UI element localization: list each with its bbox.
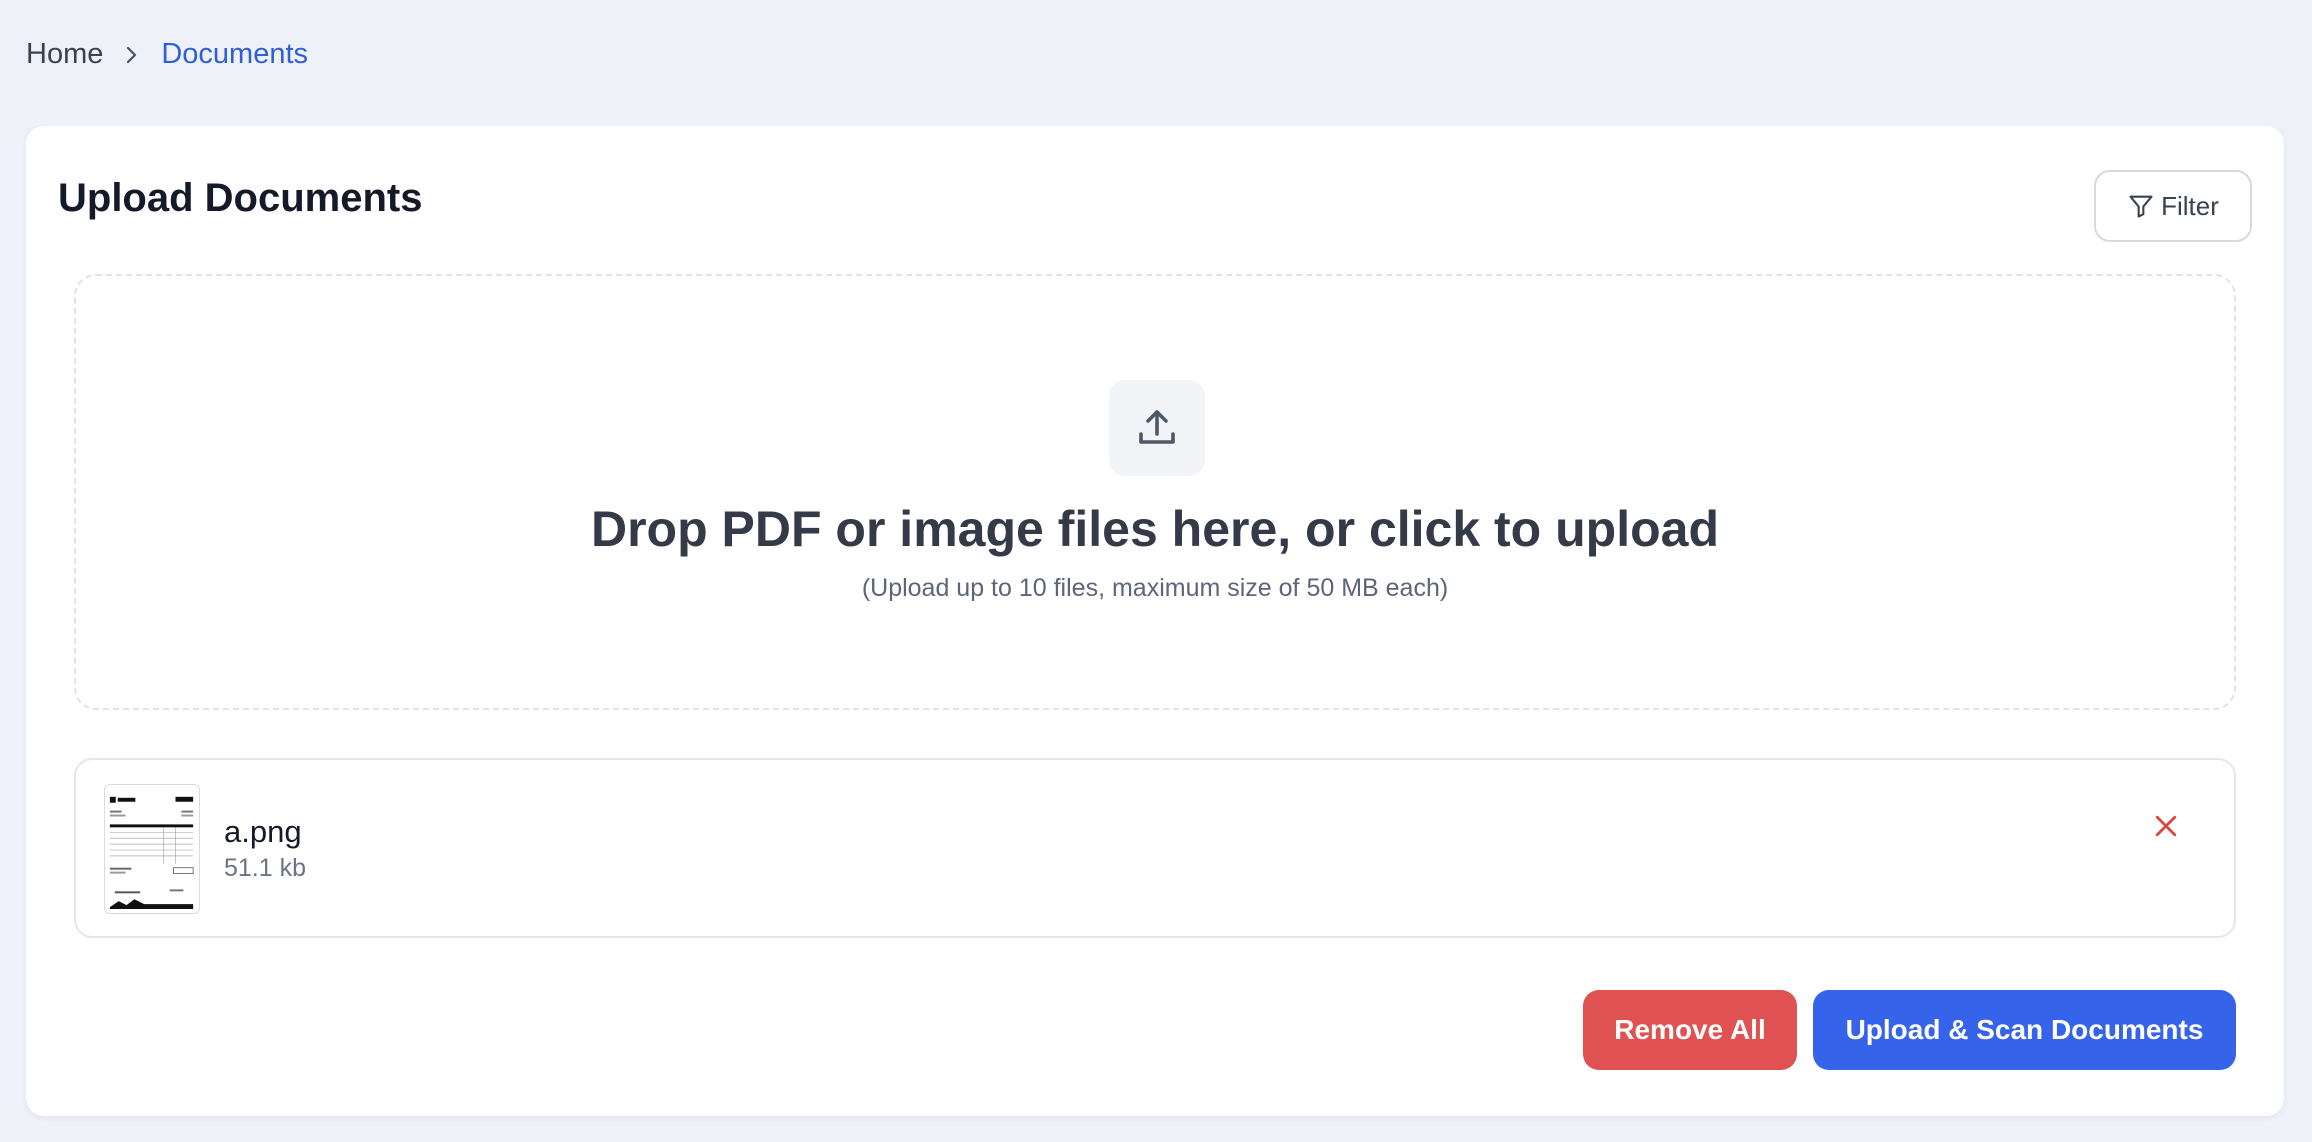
filter-button-label: Filter xyxy=(2161,190,2219,221)
breadcrumb: Home Documents xyxy=(26,38,308,71)
file-size: 51.1 kb xyxy=(224,854,307,882)
filter-icon xyxy=(2129,195,2153,218)
file-dropzone[interactable]: Drop PDF or image files here, or click t… xyxy=(74,274,2236,710)
dropzone-title: Drop PDF or image files here, or click t… xyxy=(590,501,1719,557)
chevron-right-icon xyxy=(125,43,139,67)
list-item: a.png 51.1 kb xyxy=(74,758,2236,938)
remove-all-button[interactable]: Remove All xyxy=(1583,990,1797,1070)
page-title: Upload Documents xyxy=(58,176,423,220)
breadcrumb-home-link[interactable]: Home xyxy=(26,38,103,71)
upload-scan-button[interactable]: Upload & Scan Documents xyxy=(1813,990,2236,1070)
dropzone-subtitle: (Upload up to 10 files, maximum size of … xyxy=(861,574,1449,602)
invoice-thumbnail-icon xyxy=(104,784,200,914)
upload-icon xyxy=(1109,380,1205,476)
upload-card: Upload Documents Filter Drop PDF or imag… xyxy=(26,126,2284,1116)
filter-button[interactable]: Filter xyxy=(2094,170,2252,242)
close-icon[interactable] xyxy=(2146,806,2186,846)
file-name: a.png xyxy=(224,814,302,849)
breadcrumb-current[interactable]: Documents xyxy=(161,38,308,71)
